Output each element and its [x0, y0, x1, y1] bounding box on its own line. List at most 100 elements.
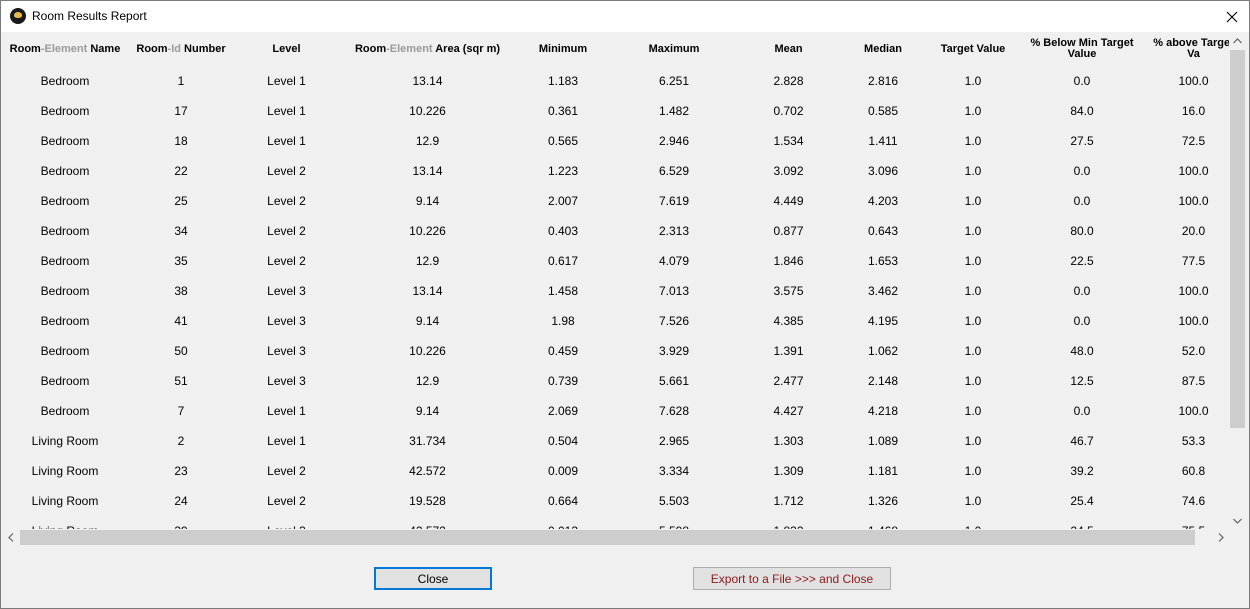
table-cell: 1.0: [964, 224, 982, 238]
vertical-scrollbar[interactable]: [1229, 32, 1246, 529]
scroll-left-button[interactable]: [2, 529, 19, 546]
column-header[interactable]: Mean: [738, 32, 839, 66]
horizontal-scroll-thumb[interactable]: [20, 530, 1195, 545]
table-row[interactable]: Living Room 24 Level 2 19.528 0.664 5.503 1.71…: [2, 486, 1229, 516]
table-cell: 1.391: [773, 344, 804, 358]
column-header[interactable]: % Below Min Target Value: [1019, 32, 1145, 66]
table-cell: 100.0: [1178, 164, 1209, 178]
table-cell: 10.226: [409, 104, 446, 118]
table-row[interactable]: Bedroom 34 Level 2 10.226 0.403 2.313 0.877 0.6…: [2, 216, 1229, 246]
column-header[interactable]: Minimum: [516, 32, 610, 66]
table-cell: 0.0: [1073, 404, 1091, 418]
export-and-close-button[interactable]: Export to a File >>> and Close: [693, 567, 891, 590]
table-cell: 1.183: [547, 74, 579, 88]
table-cell: 2.148: [867, 374, 899, 388]
table-cell: 0.0: [1073, 284, 1091, 298]
table-cell: 38: [174, 284, 188, 298]
results-grid[interactable]: Room-Element Name Room-Id Number Level Room…: [2, 32, 1229, 529]
table-cell: 2.816: [867, 74, 899, 88]
table-row[interactable]: Bedroom 25 Level 2 9.14 2.007 7.619 4.449 4.203…: [2, 186, 1229, 216]
table-cell: Level 3: [267, 284, 306, 298]
table-cell: 80.0: [1070, 224, 1094, 238]
table-row[interactable]: Living Room 2 Level 1 31.734 0.504 2.965 1.303…: [2, 426, 1229, 456]
column-header[interactable]: % above Target Va: [1145, 32, 1229, 66]
table-cell: 42.572: [409, 464, 446, 478]
table-cell: 4.079: [658, 254, 690, 268]
table-cell: 1.0: [964, 284, 982, 298]
results-table: Room-Element Name Room-Id Number Level Room…: [2, 32, 1229, 530]
table-cell: Bedroom: [40, 254, 90, 268]
table-cell: 4.203: [867, 194, 899, 208]
table-cell: 9.14: [415, 404, 440, 418]
vertical-scroll-thumb[interactable]: [1230, 50, 1245, 428]
table-cell: 25.4: [1070, 494, 1094, 508]
table-cell: Level 3: [267, 344, 306, 358]
scroll-right-button[interactable]: [1212, 529, 1229, 546]
table-cell: 100.0: [1178, 404, 1209, 418]
table-row[interactable]: Bedroom 1 Level 1 13.14 1.183 6.251 2.828 2.816…: [2, 66, 1229, 96]
table-cell: 1.0: [964, 434, 982, 448]
table-row[interactable]: Bedroom 35 Level 2 12.9 0.617 4.079 1.846 1.653…: [2, 246, 1229, 276]
scroll-up-button[interactable]: [1229, 32, 1246, 49]
table-cell: 1.458: [547, 284, 579, 298]
table-cell: 31.734: [409, 434, 446, 448]
table-row[interactable]: Bedroom 50 Level 3 10.226 0.459 3.929 1.391 1.0…: [2, 336, 1229, 366]
column-header[interactable]: Median: [839, 32, 927, 66]
table-cell: Level 3: [267, 374, 306, 388]
table-cell: 100.0: [1178, 74, 1209, 88]
table-cell: 13.14: [412, 284, 443, 298]
app-logo-icon: [10, 8, 26, 24]
column-header[interactable]: Level: [234, 32, 339, 66]
table-row[interactable]: Bedroom 17 Level 1 10.226 0.361 1.482 0.702 0.5…: [2, 96, 1229, 126]
table-row[interactable]: Bedroom 51 Level 3 12.9 0.739 5.661 2.477 2.148…: [2, 366, 1229, 396]
window-close-button[interactable]: [1215, 1, 1249, 32]
table-cell: 16.0: [1181, 104, 1206, 118]
table-row[interactable]: Bedroom 18 Level 1 12.9 0.565 2.946 1.534 1.411…: [2, 126, 1229, 156]
table-cell: 0.0: [1073, 314, 1091, 328]
table-cell: 12.5: [1070, 374, 1094, 388]
table-cell: 0.459: [547, 344, 579, 358]
table-cell: 9.14: [415, 314, 440, 328]
table-cell: 100.0: [1178, 284, 1209, 298]
table-cell: 42.572: [339, 516, 516, 529]
table-cell: 2.965: [658, 434, 690, 448]
table-row[interactable]: Living Room 23 Level 2 42.572 0.009 3.334 1.30…: [2, 456, 1229, 486]
table-cell: Bedroom: [40, 314, 90, 328]
column-header[interactable]: Room-Id Number: [128, 32, 234, 66]
table-cell: 1: [177, 74, 185, 88]
table-cell: Bedroom: [40, 284, 90, 298]
table-row[interactable]: Bedroom 38 Level 3 13.14 1.458 7.013 3.575 3.46…: [2, 276, 1229, 306]
table-cell: 1.534: [773, 134, 804, 148]
horizontal-scrollbar[interactable]: [2, 529, 1229, 546]
table-cell: 0.617: [547, 254, 579, 268]
close-icon: [1226, 11, 1238, 22]
column-header[interactable]: Maximum: [610, 32, 738, 66]
table-cell: 60.8: [1181, 464, 1206, 478]
table-row[interactable]: Bedroom 41 Level 3 9.14 1.98 7.526 4.385 4.195 1…: [2, 306, 1229, 336]
column-header[interactable]: Room-Element Name: [2, 32, 128, 66]
table-cell: 27.5: [1070, 134, 1094, 148]
column-header[interactable]: Room-Element Area (sqr m): [339, 32, 516, 66]
table-row[interactable]: Bedroom 7 Level 1 9.14 2.069 7.628 4.427 4.218 1…: [2, 396, 1229, 426]
table-row[interactable]: Living Room39Level 342.5720.0135.5981.83…: [2, 516, 1229, 529]
table-cell: 1.089: [867, 434, 899, 448]
table-cell: 24: [174, 494, 188, 508]
scroll-down-button[interactable]: [1229, 512, 1246, 529]
table-cell: Level 1: [267, 134, 306, 148]
chevron-down-icon: [1233, 518, 1242, 524]
table-cell: 7.619: [658, 194, 690, 208]
table-cell: 1.0: [964, 344, 982, 358]
table-cell: Bedroom: [40, 404, 90, 418]
table-cell: 1.411: [868, 134, 898, 148]
table-cell: 0.361: [547, 104, 579, 118]
table-cell: 0.702: [773, 104, 804, 118]
table-cell: Living Room: [31, 464, 99, 478]
grid-body: Bedroom 1 Level 1 13.14 1.183 6.251 2.828 2.816…: [2, 66, 1229, 529]
column-header[interactable]: Target Value: [927, 32, 1019, 66]
table-cell: 1.0: [964, 254, 982, 268]
table-row[interactable]: Bedroom 22 Level 2 13.14 1.223 6.529 3.092 3.09…: [2, 156, 1229, 186]
close-button[interactable]: Close: [374, 567, 492, 590]
table-cell: 48.0: [1070, 344, 1094, 358]
table-cell: Bedroom: [40, 224, 90, 238]
table-cell: 34: [174, 224, 188, 238]
